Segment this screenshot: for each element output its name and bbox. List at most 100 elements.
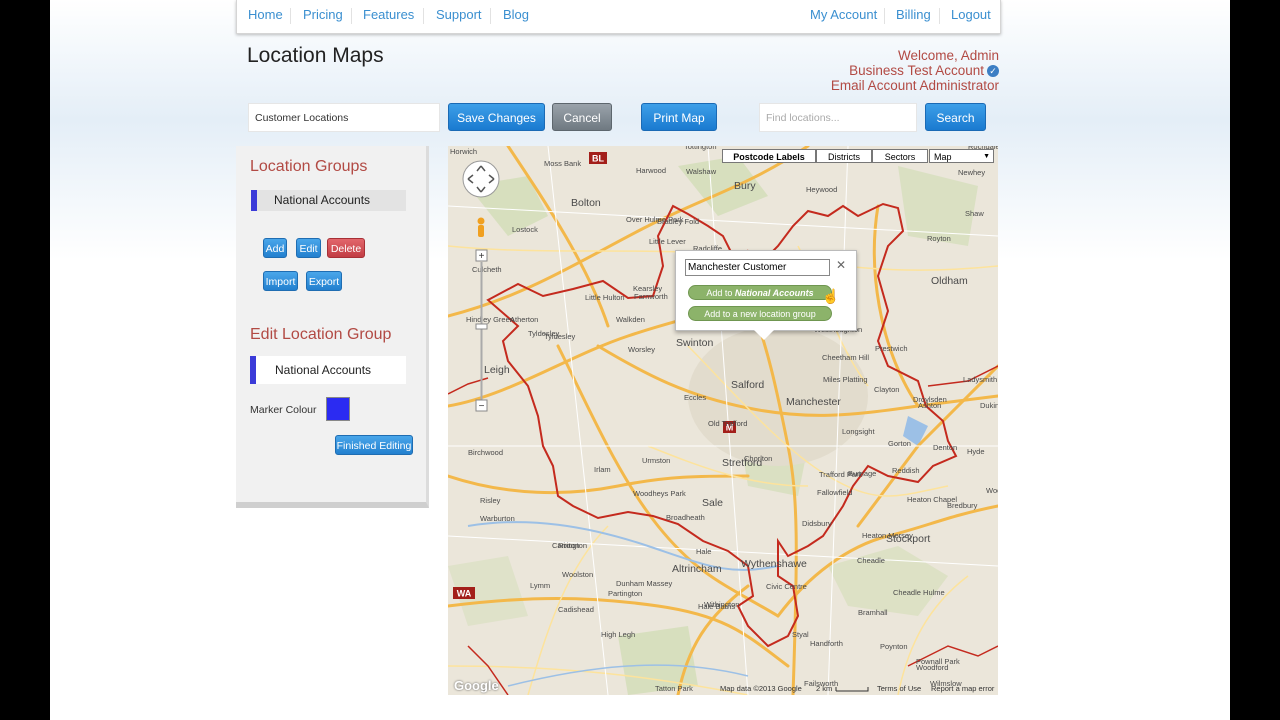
group-name-field[interactable]: National Accounts: [250, 356, 406, 384]
find-locations-input[interactable]: Find locations...: [759, 103, 917, 132]
map-place-label: Prestwich: [875, 344, 908, 353]
map-place-label: Lymm: [530, 581, 550, 590]
nav-logout[interactable]: Logout: [951, 7, 991, 22]
map-place-label: Woolston: [562, 570, 593, 579]
map-place-label: Heywood: [806, 185, 837, 194]
map-place-label: Risley: [480, 496, 501, 505]
map-place-label: Royton: [927, 234, 951, 243]
map-place-label: Leigh: [484, 364, 510, 376]
cancel-button[interactable]: Cancel: [552, 103, 612, 131]
map-place-label: Heaton Mersey: [862, 531, 913, 540]
delete-group-button[interactable]: Delete: [327, 238, 365, 258]
postcode-tag-bl: BL: [592, 154, 604, 164]
finished-editing-button[interactable]: Finished Editing: [335, 435, 413, 455]
map-canvas[interactable]: BL M WA Bolton Bury Oldham Salford Mancheste…: [448, 146, 998, 695]
map-place-label: Oldham: [931, 275, 968, 287]
print-map-button[interactable]: Print Map: [641, 103, 717, 131]
map-place-label: Salford: [731, 379, 764, 391]
export-button[interactable]: Export: [306, 271, 342, 291]
map-place-label: Dunham Massey: [616, 579, 673, 588]
map-place-label: Eccles: [684, 393, 706, 402]
group-list-item[interactable]: National Accounts: [251, 190, 406, 211]
map-place-label: Walshaw: [686, 167, 717, 176]
add-to-new-group-button[interactable]: Add to a new location group: [688, 306, 832, 321]
import-button[interactable]: Import: [263, 271, 298, 291]
map-place-label: Little Hulton: [585, 293, 625, 302]
map-place-label: Irlam: [594, 465, 611, 474]
add-group-button[interactable]: Add: [263, 238, 287, 258]
nav-billing[interactable]: Billing: [896, 7, 931, 22]
map-place-label: Newhey: [958, 168, 985, 177]
map-place-label: Lostock: [512, 225, 538, 234]
map-place-label: Longsight: [842, 427, 875, 436]
marker-colour-swatch[interactable]: [326, 397, 350, 421]
map-place-label: Sale: [702, 497, 723, 509]
map-place-label: Ladysmith Centre: [963, 375, 998, 384]
postcode-labels-toggle[interactable]: Postcode Labels: [722, 149, 816, 163]
map-place-label: Little Lever: [649, 237, 686, 246]
map-place-label: Burnage: [848, 469, 876, 478]
scale-label: 2 km: [816, 684, 833, 693]
map-place-label: Dukinfield: [980, 401, 998, 410]
zoom-slider-handle[interactable]: [475, 323, 488, 330]
nav-support[interactable]: Support: [436, 7, 482, 22]
welcome-box: Welcome, Admin Business Test Account ✓ Em…: [831, 48, 999, 93]
map-place-label: Cheadle: [857, 556, 885, 565]
nav-home[interactable]: Home: [248, 7, 283, 22]
map-graphics: BL M WA BoltonBuryOldhamSalfordMancheste…: [448, 146, 998, 695]
marker-colour-label: Marker Colour: [250, 404, 317, 416]
map-type-select[interactable]: Map ▼: [929, 149, 994, 163]
districts-toggle[interactable]: Districts: [816, 149, 872, 163]
search-button[interactable]: Search: [925, 103, 986, 131]
nav-divider: [423, 8, 424, 24]
location-groups-heading: Location Groups: [250, 158, 368, 175]
nav-pricing[interactable]: Pricing: [303, 7, 343, 22]
map-place-label: Handforth: [810, 639, 843, 648]
account-role: Email Account Administrator: [830, 78, 999, 93]
map-place-label: Tottington: [684, 146, 717, 151]
add-to-group-button[interactable]: Add to National Accounts: [688, 285, 832, 300]
map-place-label: Tyldesley: [528, 329, 560, 338]
street-view-pegman-icon[interactable]: [477, 217, 485, 225]
nav-features[interactable]: Features: [363, 7, 414, 22]
svg-text:+: +: [479, 251, 485, 262]
map-place-label: Broadheath: [666, 513, 705, 522]
map-type-value: Map: [934, 152, 952, 162]
location-name-input[interactable]: Manchester Customer: [685, 259, 830, 276]
close-icon[interactable]: ✕: [836, 258, 846, 272]
hand-cursor-icon: ☝: [822, 288, 840, 304]
report-error-link[interactable]: Report a map error: [931, 684, 994, 693]
edit-group-button[interactable]: Edit: [296, 238, 321, 258]
map-place-label: Civic Centre: [766, 582, 807, 591]
nav-divider: [884, 8, 885, 24]
map-place-label: High Legh: [601, 630, 635, 639]
browser-viewport: Home Pricing Features Support Blog My Ac…: [50, 0, 1230, 720]
map-place-label: Swinton: [676, 337, 714, 349]
save-changes-button[interactable]: Save Changes: [448, 103, 545, 131]
map-place-label: Chorlton: [744, 454, 772, 463]
map-place-label: Hale Barns: [698, 602, 735, 611]
map-place-label: Kearsley: [633, 284, 662, 293]
map-place-label: Ashton: [918, 401, 941, 410]
map-place-label: Hindley Green: [466, 315, 514, 324]
map-place-label: Clayton: [874, 385, 899, 394]
map-place-label: Cheetham Hill: [822, 353, 869, 362]
map-place-label: Partington: [608, 589, 642, 598]
map-place-label: Denton: [933, 443, 957, 452]
page: Home Pricing Features Support Blog My Ac…: [236, 0, 1001, 720]
nav-blog[interactable]: Blog: [503, 7, 529, 22]
terms-link[interactable]: Terms of Use: [877, 684, 921, 693]
map-place-label: Walkden: [616, 315, 645, 324]
map-place-label: Woodford: [916, 663, 948, 672]
map-name-field[interactable]: Customer Locations: [248, 103, 440, 132]
nav-divider: [290, 8, 291, 24]
map-place-label: Bury: [734, 180, 756, 192]
map-place-label: Miles Platting: [823, 375, 868, 384]
chevron-down-icon: ▼: [983, 153, 990, 160]
sectors-toggle[interactable]: Sectors: [872, 149, 928, 163]
verified-icon: ✓: [987, 65, 999, 78]
map-place-label: Worsley: [628, 345, 655, 354]
map-place-label: Wythenshawe: [741, 558, 807, 570]
map-place-label: Cheadle Hulme: [893, 588, 945, 597]
nav-my-account[interactable]: My Account: [810, 7, 877, 22]
